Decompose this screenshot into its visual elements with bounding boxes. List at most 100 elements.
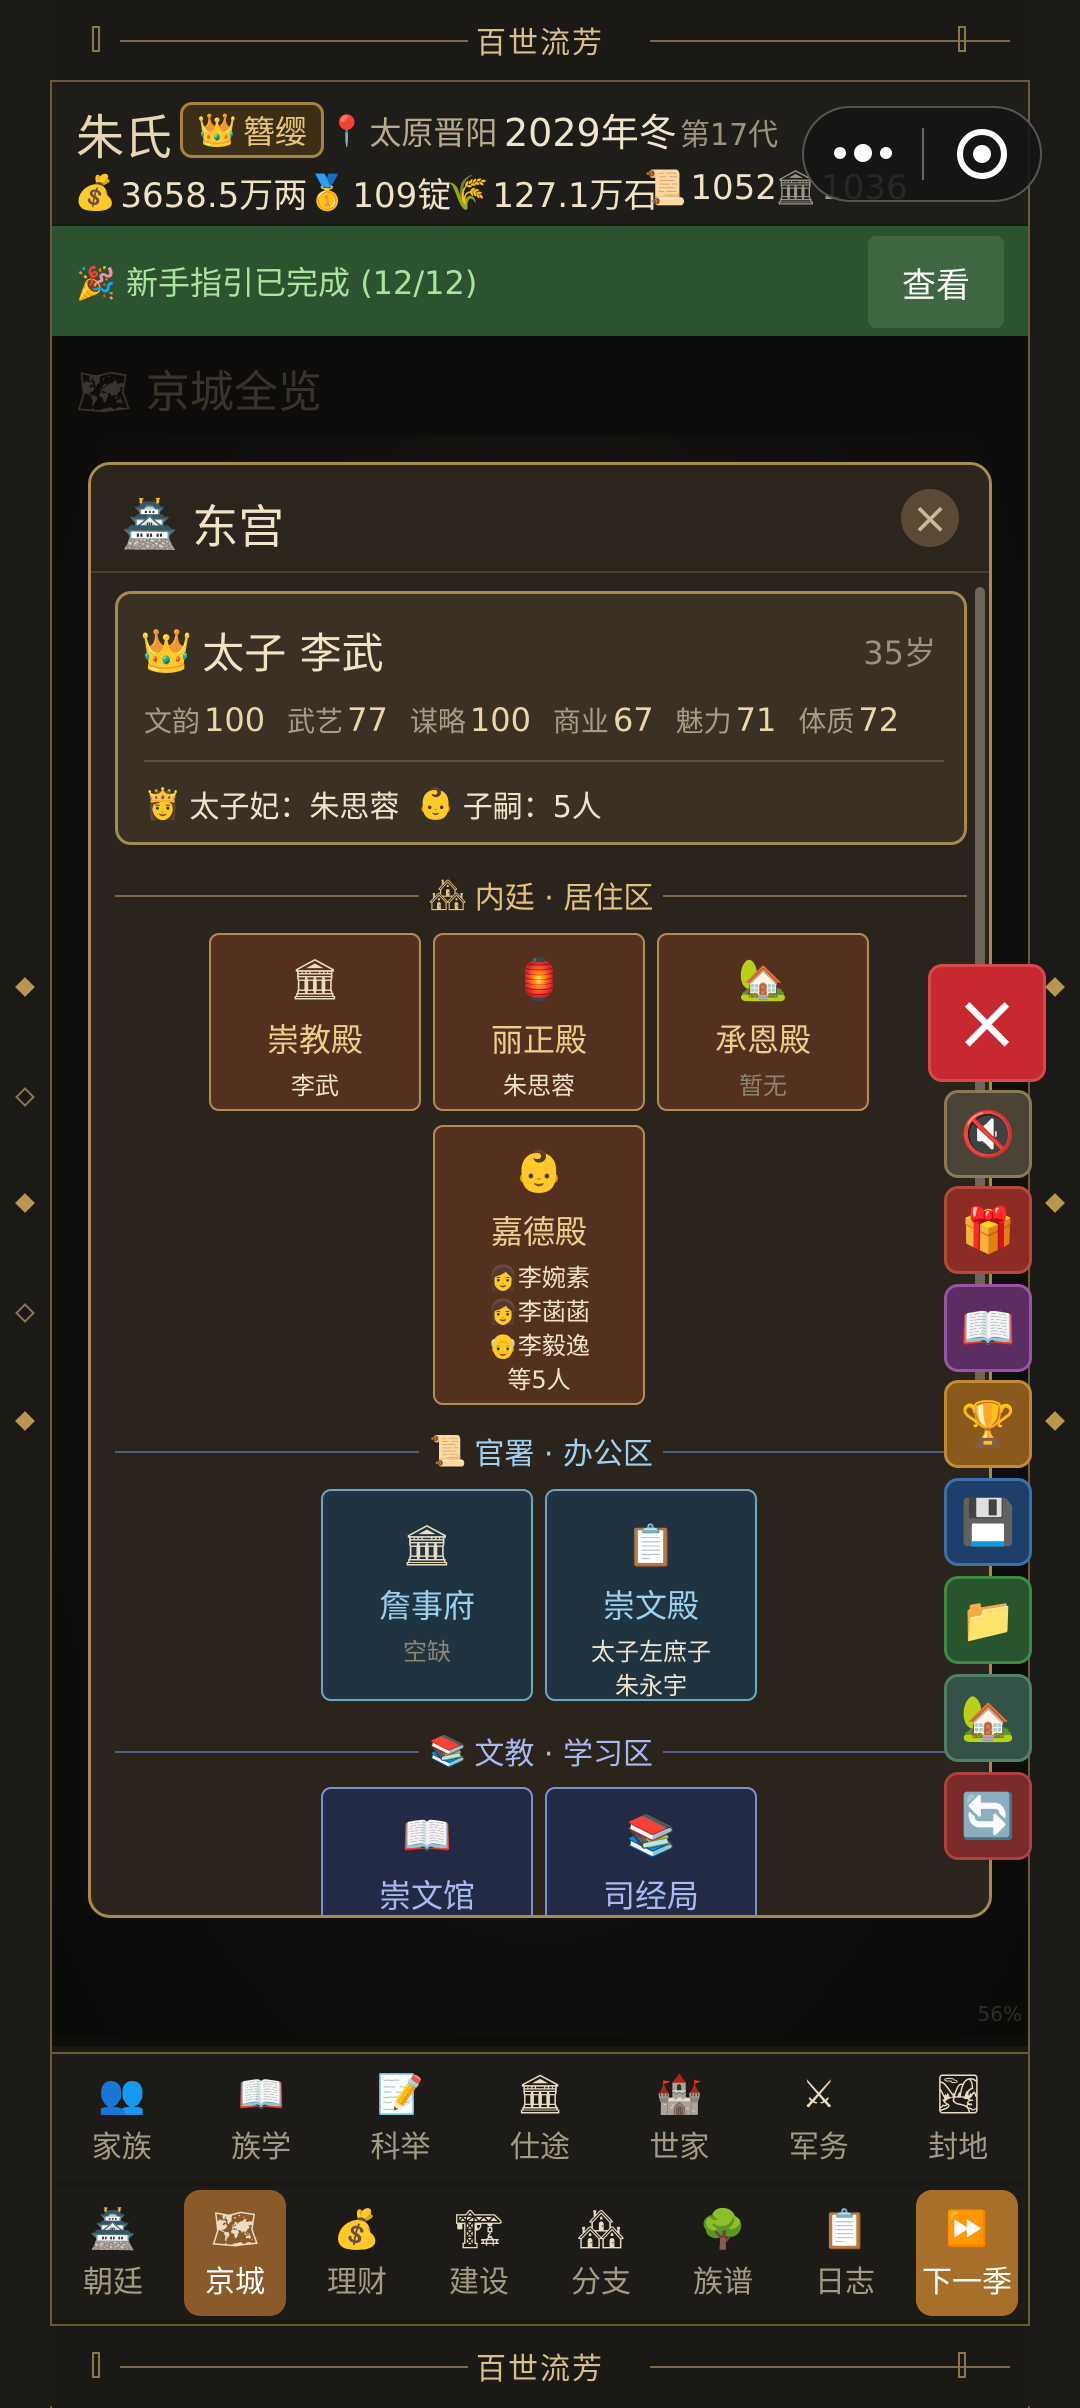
top-banner: 百世流芳: [50, 0, 1030, 80]
close-toolbar-button[interactable]: ×: [928, 964, 1046, 1082]
scroll-icon: 📜: [644, 168, 687, 208]
folder-icon[interactable]: 📁: [944, 1576, 1032, 1664]
close-miniprogram-icon[interactable]: [924, 129, 1040, 179]
hall-name: 嘉德殿: [490, 1213, 587, 1251]
crane-icon: 🏗: [454, 2207, 504, 2251]
study-sijingju[interactable]: 📚 司经局: [545, 1787, 757, 1915]
dialog-title-text: 东宫: [192, 500, 285, 554]
resource-value: 1052: [690, 168, 777, 208]
next-season-button[interactable]: ⏩ 下一季: [916, 2190, 1018, 2316]
office-person: 朱永宇: [615, 1672, 687, 1700]
house-icon: 🏘: [428, 877, 467, 913]
temple-icon: 🏛: [289, 957, 341, 1003]
hall-jiade[interactable]: 👶 嘉德殿 👩李婉素 👩李菡菡 👴李毅逸 等5人: [433, 1125, 645, 1405]
bottom-banner: 百世流芳: [50, 2326, 1030, 2406]
home-icon[interactable]: 🏡: [944, 1674, 1032, 1762]
crossed-swords-icon: ⚔: [801, 2072, 836, 2116]
hall-name: 承恩殿: [714, 1021, 811, 1059]
book-icon: 📖: [237, 2072, 285, 2116]
baby-icon: 👶: [514, 1149, 564, 1195]
nav-noble-houses[interactable]: 🏰 世家: [610, 2054, 749, 2182]
nav-label: 世家: [649, 2130, 710, 2165]
clipboard-icon: 📋: [626, 1523, 676, 1569]
temple-icon: 🏛: [401, 1523, 453, 1569]
trophy-icon[interactable]: 🏆: [944, 1380, 1032, 1468]
nav-log[interactable]: 📋 日志: [794, 2190, 896, 2316]
stat: 武艺 77: [287, 701, 388, 739]
banner-title: 百世流芳: [468, 2344, 612, 2388]
hall-lizheng[interactable]: 🏮 丽正殿 朱思蓉: [433, 933, 645, 1111]
banner-left-ornament: [92, 26, 100, 52]
east-palace-dialog: 🏯 东宫 × 👑 太子 李武 35岁 文韵 100 武艺 77 谋略 100 商业 67…: [88, 462, 992, 1918]
crown-icon: 👑: [140, 625, 193, 675]
resident: 👴李毅逸: [488, 1332, 590, 1360]
nav-label: 京城: [205, 2265, 265, 2300]
nav-military[interactable]: ⚔ 军务: [749, 2054, 888, 2182]
refresh-icon[interactable]: 🔄: [944, 1772, 1032, 1860]
hall-chongjiao[interactable]: 🏛 崇教殿 李武: [209, 933, 421, 1111]
hall-occupant: 朱思蓉: [503, 1072, 575, 1100]
nav-career[interactable]: 🏛 仕途: [470, 2054, 609, 2182]
save-icon[interactable]: 💾: [944, 1478, 1032, 1566]
dialog-title: 🏯 东宫: [121, 491, 284, 557]
ornament: [1045, 1193, 1065, 1213]
office-zhanshi[interactable]: 🏛 詹事府 空缺: [321, 1489, 533, 1701]
nav-capital[interactable]: 🗺 京城: [184, 2190, 286, 2316]
mute-icon[interactable]: 🔇: [944, 1090, 1032, 1178]
map-icon: 🗺: [210, 2207, 260, 2251]
nav-label: 科举: [370, 2130, 431, 2165]
resource-value: 3658.5万两: [120, 176, 308, 216]
castle-icon: 🏰: [655, 2072, 704, 2116]
fast-forward-icon: ⏩: [945, 2209, 989, 2249]
ornament: [15, 1087, 35, 1107]
banner-right-ornament: [958, 26, 966, 52]
more-options-icon[interactable]: [804, 143, 922, 162]
nav-exam[interactable]: 📝 科举: [331, 2054, 470, 2182]
palace-icon: 🏯: [121, 496, 179, 551]
study-name: 司经局: [602, 1877, 699, 1915]
banner-left-ornament: [92, 2352, 100, 2378]
crown-icon: 👑: [197, 111, 237, 149]
hall-occupant: 暂无: [739, 1072, 787, 1100]
nav-family[interactable]: 👥 家族: [52, 2054, 191, 2182]
study-name: 崇文馆: [378, 1877, 475, 1915]
money-bag-icon: 💰: [74, 172, 117, 213]
hall-name: 崇教殿: [266, 1021, 363, 1059]
dialog-body[interactable]: 👑 太子 李武 35岁 文韵 100 武艺 77 谋略 100 商业 67 魅力 71 体…: [91, 575, 989, 1915]
nav-fief[interactable]: 🏞 封地: [889, 2054, 1028, 2182]
scroll-icon: 📜: [429, 1433, 467, 1469]
nav-construction[interactable]: 🏗 建设: [428, 2190, 530, 2316]
family-surname: 朱氏: [76, 110, 173, 166]
nav-label: 封地: [928, 2130, 989, 2165]
nav-genealogy[interactable]: 🌳 族谱: [672, 2190, 774, 2316]
rank-badge[interactable]: 👑 簪缨: [180, 102, 324, 158]
nav-label: 建设: [449, 2265, 509, 2300]
current-year: 2029年冬: [504, 111, 677, 155]
ornament: [1045, 1411, 1065, 1431]
office-chongwen[interactable]: 📋 崇文殿 太子左庶子 朱永宇: [545, 1489, 757, 1701]
resource-scroll: 📜 1052: [644, 168, 777, 208]
nav-court[interactable]: 🏯 朝廷: [62, 2190, 164, 2316]
gift-icon[interactable]: 🎁: [944, 1186, 1032, 1274]
view-tutorial-button[interactable]: 查看: [868, 236, 1004, 328]
resource-value: 109锭: [352, 176, 452, 216]
nav-label: 分支: [571, 2265, 631, 2300]
hall-residents: 👩李婉素 👩李菡菡 👴李毅逸 等5人: [435, 1261, 643, 1397]
resource-gold: 🥇 109锭: [306, 168, 451, 217]
resource-value: 127.1万石: [492, 176, 658, 216]
banner-right-ornament: [958, 2352, 966, 2378]
ornament: [15, 977, 35, 997]
book-icon[interactable]: 📖: [944, 1284, 1032, 1372]
nav-clan-school[interactable]: 📖 族学: [191, 2054, 330, 2182]
dialog-close-button[interactable]: ×: [901, 489, 959, 547]
nav-branches[interactable]: 🏘 分支: [550, 2190, 652, 2316]
nav-finance[interactable]: 💰 理财: [306, 2190, 408, 2316]
banner-line: [120, 40, 480, 42]
stat: 商业 67: [552, 701, 654, 739]
study-chongwenguan[interactable]: 📖 崇文馆: [321, 1787, 533, 1915]
consort-label: 太子妃：朱思蓉: [189, 790, 400, 825]
house-icon: 🏡: [738, 957, 788, 1003]
crown-prince-card: 👑 太子 李武 35岁 文韵 100 武艺 77 谋略 100 商业 67 魅力 71 体…: [115, 591, 967, 845]
nav-label: 族学: [231, 2130, 292, 2165]
hall-chengen[interactable]: 🏡 承恩殿 暂无: [657, 933, 869, 1111]
